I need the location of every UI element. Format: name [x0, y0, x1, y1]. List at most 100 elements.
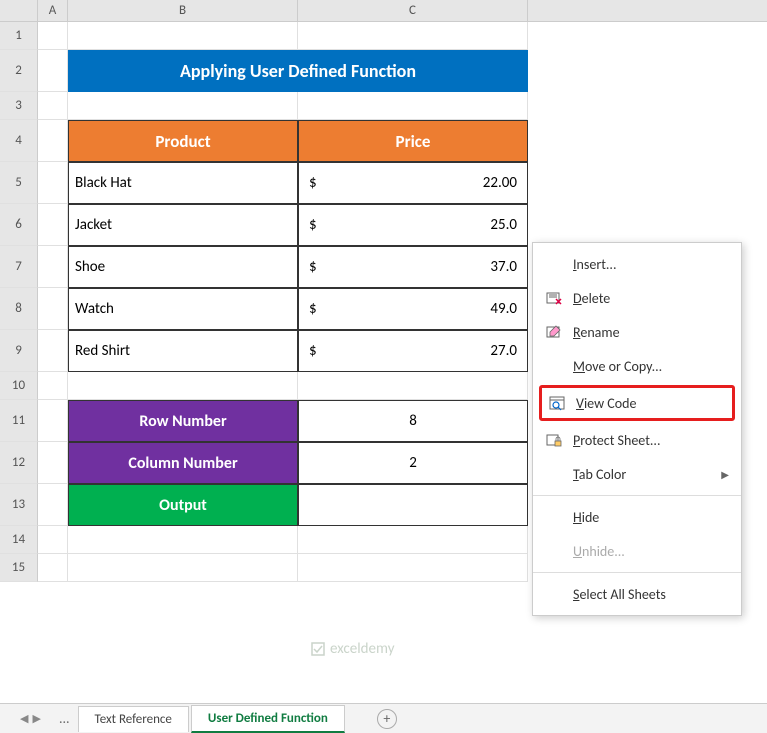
cell-B10[interactable] — [68, 372, 298, 400]
cell-product-2[interactable]: Shoe — [68, 246, 298, 288]
row-header-3[interactable]: 3 — [0, 92, 38, 120]
price-value: 22.00 — [483, 174, 517, 192]
cell-B1[interactable] — [68, 22, 298, 50]
tab-nav-next-icon[interactable]: ▶ — [32, 712, 40, 725]
column-number-value[interactable]: 2 — [298, 442, 528, 484]
view-code-icon — [548, 394, 566, 412]
row-number-value[interactable]: 8 — [298, 400, 528, 442]
cell-product-3[interactable]: Watch — [68, 288, 298, 330]
cell-C14[interactable] — [298, 526, 528, 554]
currency-symbol: $ — [309, 174, 317, 192]
tab-ellipsis[interactable]: ... — [59, 710, 70, 727]
cell-A9[interactable] — [38, 330, 68, 372]
row-header-10[interactable]: 10 — [0, 372, 38, 400]
col-header-B[interactable]: B — [68, 0, 298, 21]
cell-A5[interactable] — [38, 162, 68, 204]
row-header-2[interactable]: 2 — [0, 50, 38, 92]
cell-B15[interactable] — [68, 554, 298, 582]
blank-icon — [545, 585, 563, 603]
cell-B14[interactable] — [68, 526, 298, 554]
cell-A3[interactable] — [38, 92, 68, 120]
menu-label: Insert... — [573, 256, 617, 273]
menu-label: Move or Copy... — [573, 358, 662, 375]
menu-tab-color[interactable]: Tab Color ▶ — [533, 457, 741, 491]
row-header-14[interactable]: 14 — [0, 526, 38, 554]
cell-A12[interactable] — [38, 442, 68, 484]
menu-select-all-sheets[interactable]: Select All Sheets — [533, 577, 741, 611]
cell-price-0[interactable]: $ 22.00 — [298, 162, 528, 204]
cell-product-0[interactable]: Black Hat — [68, 162, 298, 204]
col-header-C[interactable]: C — [298, 0, 528, 21]
cell-B3[interactable] — [68, 92, 298, 120]
add-sheet-button[interactable]: + — [377, 709, 397, 729]
menu-view-code[interactable]: View Code — [539, 385, 735, 421]
sheet-tabs-bar: ◀ ▶ ... Text Reference User Defined Func… — [0, 703, 767, 733]
output-value[interactable] — [298, 484, 528, 526]
cell-A8[interactable] — [38, 288, 68, 330]
cell-price-2[interactable]: $ 37.0 — [298, 246, 528, 288]
row-header-4[interactable]: 4 — [0, 120, 38, 162]
cell-A4[interactable] — [38, 120, 68, 162]
menu-insert[interactable]: Insert... — [533, 247, 741, 281]
row-header-8[interactable]: 8 — [0, 288, 38, 330]
spreadsheet-grid: A B C 1 2 Applying User Defined Function… — [0, 0, 767, 733]
row-number-label[interactable]: Row Number — [68, 400, 298, 442]
row-header-9[interactable]: 9 — [0, 330, 38, 372]
cell-price-3[interactable]: $ 49.0 — [298, 288, 528, 330]
cell-product-4[interactable]: Red Shirt — [68, 330, 298, 372]
cell-A11[interactable] — [38, 400, 68, 442]
header-product[interactable]: Product — [68, 120, 298, 162]
cell-A6[interactable] — [38, 204, 68, 246]
row-header-1[interactable]: 1 — [0, 22, 38, 50]
select-all-corner[interactable] — [0, 0, 38, 21]
cell-price-1[interactable]: $ 25.0 — [298, 204, 528, 246]
cell-product-1[interactable]: Jacket — [68, 204, 298, 246]
menu-hide[interactable]: Hide — [533, 500, 741, 534]
menu-label: Protect Sheet... — [573, 432, 661, 449]
price-value: 25.0 — [490, 216, 517, 234]
title-banner[interactable]: Applying User Defined Function — [68, 50, 528, 92]
row-header-15[interactable]: 15 — [0, 554, 38, 582]
cell-A1[interactable] — [38, 22, 68, 50]
cell-A14[interactable] — [38, 526, 68, 554]
tab-nav-prev-icon[interactable]: ◀ — [20, 712, 28, 725]
output-label[interactable]: Output — [68, 484, 298, 526]
chevron-right-icon: ▶ — [721, 468, 729, 481]
cell-C1[interactable] — [298, 22, 528, 50]
row-header-11[interactable]: 11 — [0, 400, 38, 442]
cell-A2[interactable] — [38, 50, 68, 92]
currency-symbol: $ — [309, 342, 317, 360]
menu-unhide: Unhide... — [533, 534, 741, 568]
menu-label: Rename — [573, 324, 620, 341]
row-header-12[interactable]: 12 — [0, 442, 38, 484]
menu-delete[interactable]: Delete — [533, 281, 741, 315]
header-price[interactable]: Price — [298, 120, 528, 162]
menu-label: Select All Sheets — [573, 586, 666, 603]
cell-price-4[interactable]: $ 27.0 — [298, 330, 528, 372]
tab-text-reference[interactable]: Text Reference — [78, 706, 189, 732]
cell-C15[interactable] — [298, 554, 528, 582]
cell-C3[interactable] — [298, 92, 528, 120]
watermark-icon — [310, 641, 326, 657]
row-header-13[interactable]: 13 — [0, 484, 38, 526]
row-header-7[interactable]: 7 — [0, 246, 38, 288]
column-number-label[interactable]: Column Number — [68, 442, 298, 484]
cell-A10[interactable] — [38, 372, 68, 400]
row-header-6[interactable]: 6 — [0, 204, 38, 246]
cell-A15[interactable] — [38, 554, 68, 582]
cell-C10[interactable] — [298, 372, 528, 400]
menu-move-or-copy[interactable]: Move or Copy... — [533, 349, 741, 383]
cell-A7[interactable] — [38, 246, 68, 288]
menu-protect-sheet[interactable]: Protect Sheet... — [533, 423, 741, 457]
cell-A13[interactable] — [38, 484, 68, 526]
menu-separator — [533, 572, 741, 573]
menu-label: Unhide... — [573, 543, 625, 560]
menu-label: Delete — [573, 290, 610, 307]
row-header-5[interactable]: 5 — [0, 162, 38, 204]
tab-user-defined-function[interactable]: User Defined Function — [191, 705, 345, 733]
blank-icon — [545, 255, 563, 273]
price-value: 27.0 — [490, 342, 517, 360]
col-header-A[interactable]: A — [38, 0, 68, 21]
menu-rename[interactable]: Rename — [533, 315, 741, 349]
column-headers: A B C — [0, 0, 767, 22]
